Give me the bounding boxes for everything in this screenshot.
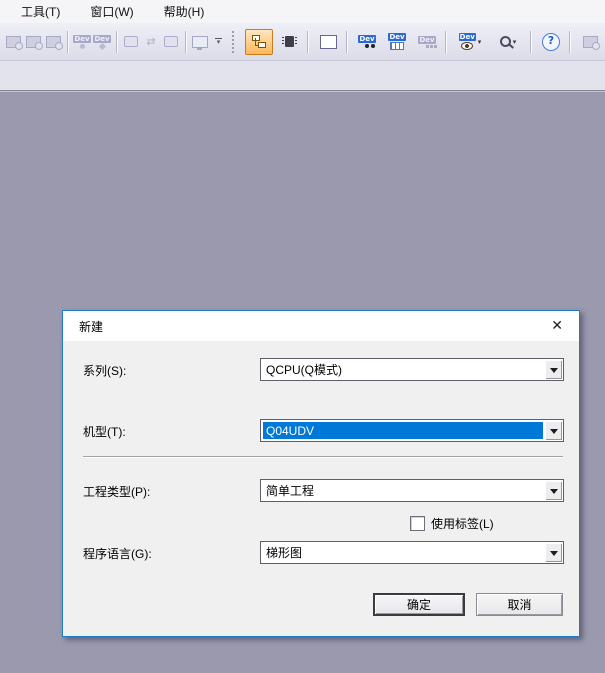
diamond-glyph: [98, 42, 105, 49]
menu-bar: 工具(T) 窗口(W) 帮助(H): [0, 0, 605, 23]
dialog-title: 新建: [79, 318, 103, 335]
language-value: 梯形图: [263, 544, 543, 561]
monitor-glyph: [192, 36, 208, 48]
dev-tag: Dev: [388, 33, 405, 41]
device-monitor-icon[interactable]: [3, 30, 23, 54]
transfer-glyph: ⇄: [146, 35, 155, 48]
type-value: Q04UDV: [263, 422, 543, 439]
series-combobox[interactable]: QCPU(Q模式): [260, 358, 564, 381]
clipped-icon[interactable]: [576, 30, 604, 54]
menu-window[interactable]: 窗口(W): [75, 1, 148, 22]
bubble-glyph: [164, 36, 178, 47]
dev-watch-glyph: Dev: [388, 33, 405, 50]
toolbar-empty-row: [0, 61, 605, 91]
magnifier-glyph: [500, 36, 511, 47]
type-label: 机型(T):: [83, 423, 126, 440]
project-type-label: 工程类型(P):: [83, 483, 150, 500]
toolbar-separator: [185, 31, 186, 53]
toolbar-separator: [307, 31, 308, 53]
device-test-glyph: [46, 36, 61, 48]
device-search-icon[interactable]: Dev: [353, 30, 381, 54]
watch-window-icon[interactable]: Dev: [383, 30, 411, 54]
chevron-down-icon: ▾: [478, 38, 482, 46]
eye-glyph: [461, 42, 473, 50]
window-glyph: [320, 35, 337, 49]
menu-tools[interactable]: 工具(T): [6, 1, 75, 22]
project-type-combobox[interactable]: 简单工程: [260, 479, 564, 502]
toolbar-separator: [67, 31, 68, 53]
dev-tag: Dev: [459, 33, 476, 41]
device-monitor-glyph: [6, 36, 21, 48]
language-dropdown-arrow-icon[interactable]: [545, 543, 562, 562]
clipped-glyph: [583, 36, 598, 48]
toolbar-separator: [445, 31, 446, 53]
type-combobox[interactable]: Q04UDV: [260, 419, 564, 442]
close-button[interactable]: ✕: [551, 317, 563, 333]
ok-button[interactable]: 确定: [373, 593, 465, 616]
use-label-text: 使用标签(L): [431, 515, 494, 532]
note-icon[interactable]: [161, 30, 181, 54]
language-label: 程序语言(G):: [83, 545, 152, 562]
dialog-titlebar[interactable]: 新建 ✕: [63, 311, 579, 341]
dev-display-glyph: Dev: [459, 33, 476, 50]
device-reference-icon[interactable]: Dev: [413, 30, 441, 54]
dev-clear-glyph: Dev: [93, 35, 110, 49]
type-dropdown-arrow-icon[interactable]: [545, 421, 562, 440]
dev-reference-glyph: Dev: [418, 36, 435, 48]
navigation-window-icon[interactable]: [245, 29, 273, 55]
dot-glyph: [80, 44, 85, 49]
dev-tag: Dev: [418, 36, 435, 44]
series-value: QCPU(Q模式): [263, 361, 543, 378]
toolbar-overflow-button[interactable]: ▾: [212, 38, 225, 46]
tree-glyph: [252, 35, 266, 48]
binoculars-glyph: [365, 44, 369, 48]
network-glyph: [426, 45, 429, 48]
new-project-dialog: 新建 ✕ 系列(S): QCPU(Q模式) 机型(T): Q04UDV 工程类型…: [62, 310, 580, 637]
dev-tag: Dev: [73, 35, 90, 43]
bubble-glyph: [124, 36, 138, 47]
statement-icon[interactable]: [121, 30, 141, 54]
dev-clear-icon[interactable]: Dev: [92, 30, 112, 54]
help-icon: ?: [542, 33, 560, 51]
project-type-value: 简单工程: [263, 482, 543, 499]
tree-line: [255, 38, 256, 46]
toolbar-separator: [346, 31, 347, 53]
device-batch-glyph: [26, 36, 41, 48]
group-separator: [83, 456, 563, 458]
series-dropdown-arrow-icon[interactable]: [545, 360, 562, 379]
dev-tag: Dev: [93, 35, 110, 43]
toolbar-grip[interactable]: [232, 31, 238, 53]
overflow-caret: ▾: [217, 40, 221, 46]
menu-help[interactable]: 帮助(H): [149, 1, 220, 22]
remote-operation-icon[interactable]: [190, 30, 210, 54]
toolbar-separator: [569, 31, 570, 53]
toolbar-separator: [530, 31, 531, 53]
cancel-button[interactable]: 取消: [476, 593, 563, 616]
device-batch-monitor-icon[interactable]: [23, 30, 43, 54]
use-label-row: 使用标签(L): [410, 515, 494, 532]
transfer-icon[interactable]: ⇄: [141, 30, 161, 54]
module-icon[interactable]: [275, 30, 303, 54]
chip-glyph: [285, 36, 294, 47]
device-test-icon[interactable]: [43, 30, 63, 54]
dev-tag: Dev: [358, 35, 375, 43]
help-button[interactable]: ?: [537, 30, 565, 54]
toolbar-separator: [116, 31, 117, 53]
dev-search-glyph: Dev: [358, 35, 375, 48]
toolbar: Dev Dev ⇄ ▾ Dev Dev Dev: [0, 23, 605, 61]
dev-register-glyph: Dev: [73, 35, 90, 49]
app-window: 工具(T) 窗口(W) 帮助(H) Dev Dev ⇄ ▾: [0, 0, 605, 673]
device-display-dropdown[interactable]: Dev ▾: [452, 30, 488, 54]
output-window-icon[interactable]: [314, 30, 342, 54]
language-combobox[interactable]: 梯形图: [260, 541, 564, 564]
chevron-down-icon: ▾: [513, 38, 517, 46]
grid-glyph: [390, 42, 404, 50]
use-label-checkbox[interactable]: [410, 516, 425, 531]
series-label: 系列(S):: [83, 362, 126, 379]
dev-register-icon[interactable]: Dev: [72, 30, 92, 54]
zoom-dropdown[interactable]: ▾: [490, 30, 526, 54]
project-type-dropdown-arrow-icon[interactable]: [545, 481, 562, 500]
